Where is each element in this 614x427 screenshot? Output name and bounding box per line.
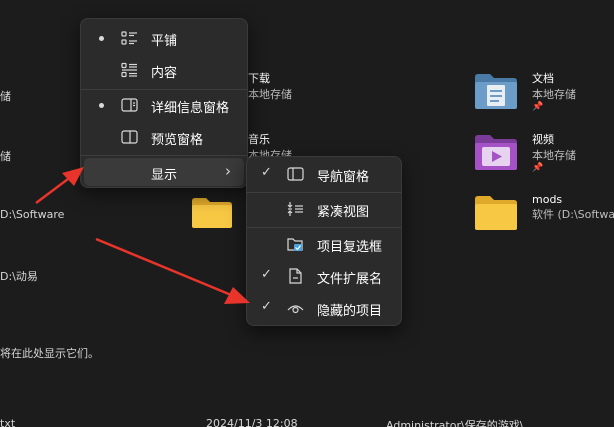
annotation-arrows [35, 167, 250, 304]
arrow-to-show-menu [35, 175, 73, 204]
arrow-head-hidden-items [224, 287, 250, 304]
arrow-head-show-menu [62, 167, 84, 186]
arrow-to-hidden-items [95, 237, 237, 299]
